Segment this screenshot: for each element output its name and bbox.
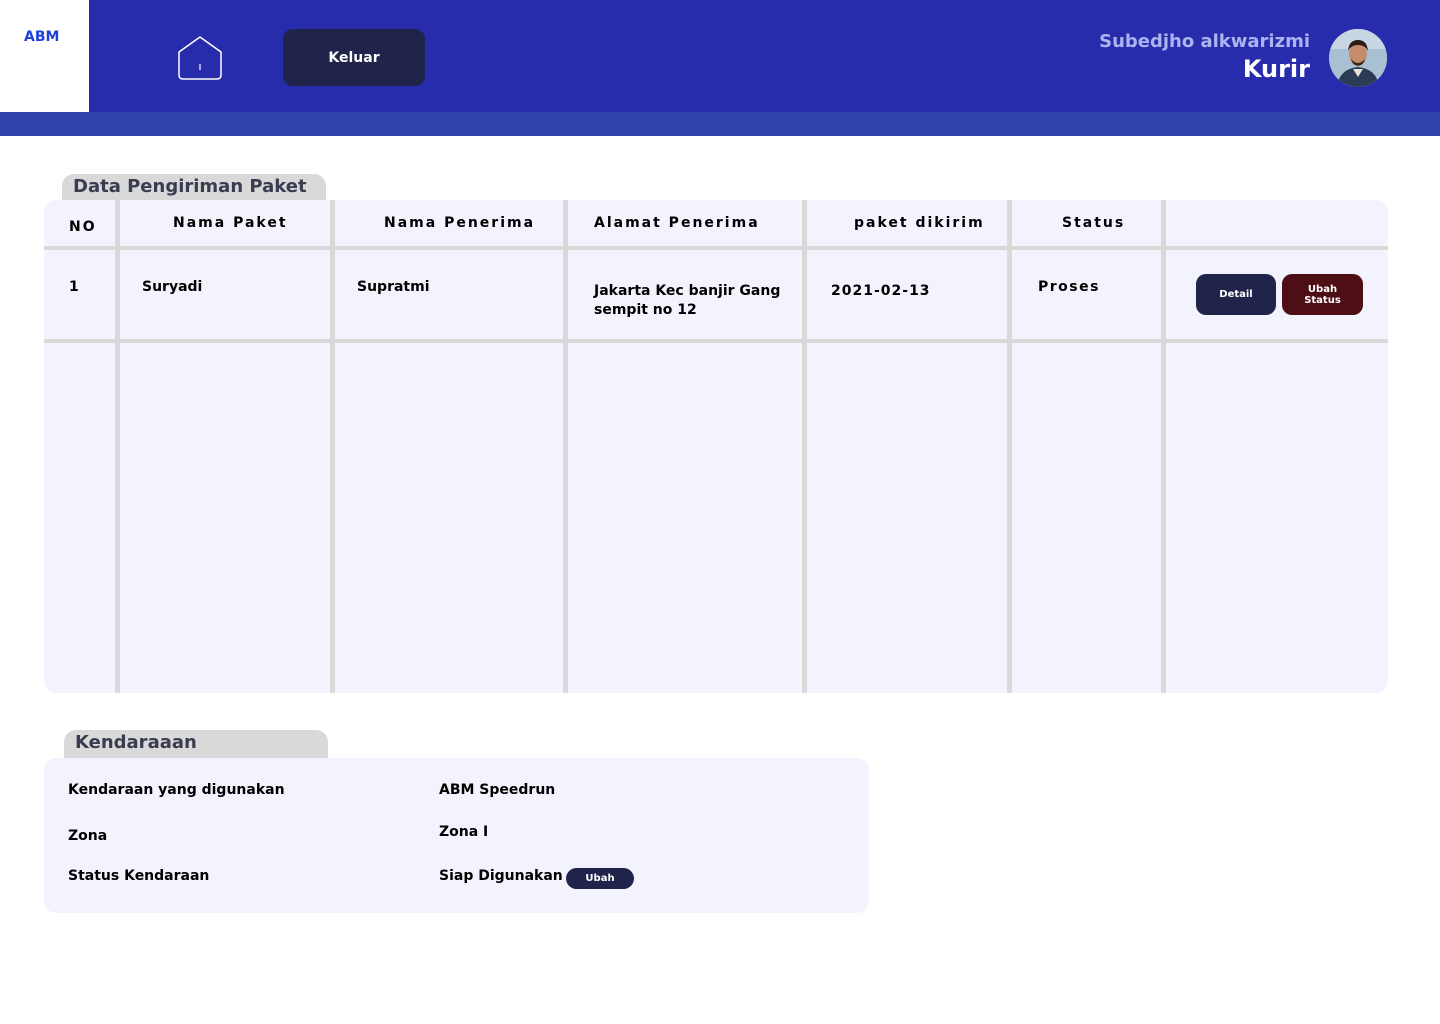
navbar-accent-band bbox=[0, 112, 1440, 136]
column-header-no[interactable]: NO bbox=[69, 219, 97, 235]
logout-button[interactable]: Keluar bbox=[283, 29, 425, 86]
zone-value: Zona I bbox=[439, 824, 489, 840]
cell-no: 1 bbox=[69, 279, 79, 295]
column-divider bbox=[330, 200, 335, 693]
ubah-vehicle-status-button[interactable]: Ubah bbox=[566, 868, 634, 889]
cell-nama-paket: Suryadi bbox=[142, 279, 203, 295]
home-button[interactable] bbox=[176, 34, 224, 82]
shipments-section-title: Data Pengiriman Paket bbox=[62, 174, 326, 200]
vehicle-used-value: ABM Speedrun bbox=[439, 782, 556, 798]
avatar[interactable] bbox=[1329, 29, 1387, 87]
user-name: Subedjho alkwarizmi bbox=[1099, 31, 1310, 52]
column-header-nama-penerima[interactable]: Nama Penerima bbox=[384, 215, 535, 231]
column-header-paket-dikirim[interactable]: paket dikirim bbox=[854, 215, 985, 231]
column-divider bbox=[563, 200, 568, 693]
vehicle-status-value: Siap Digunakan bbox=[439, 868, 563, 884]
vehicle-status-label: Status Kendaraan bbox=[68, 868, 210, 884]
column-header-nama-paket[interactable]: Nama Paket bbox=[173, 215, 288, 231]
cell-status: Proses bbox=[1038, 279, 1100, 295]
vehicle-panel: Kendaraan yang digunakan ABM Speedrun Zo… bbox=[44, 758, 869, 913]
row-divider bbox=[44, 339, 1388, 343]
cell-paket-dikirim: 2021-02-13 bbox=[831, 283, 931, 299]
user-photo-icon bbox=[1329, 29, 1387, 87]
brand-logo: ABM bbox=[24, 29, 60, 45]
vehicle-section-title: Kendaraaan bbox=[64, 730, 328, 758]
vehicle-used-label: Kendaraan yang digunakan bbox=[68, 782, 285, 798]
column-divider bbox=[1161, 200, 1166, 693]
cell-alamat-penerima: Jakarta Kec banjir Gang sempit no 12 bbox=[594, 283, 781, 318]
column-divider bbox=[802, 200, 807, 693]
column-divider bbox=[1007, 200, 1012, 693]
ubah-status-button[interactable]: Ubah Status bbox=[1282, 274, 1363, 315]
column-divider bbox=[115, 200, 120, 693]
cell-nama-penerima: Supratmi bbox=[357, 279, 430, 295]
column-header-status[interactable]: Status bbox=[1062, 215, 1125, 231]
user-role: Kurir bbox=[1242, 55, 1310, 83]
home-icon bbox=[178, 36, 222, 80]
shipments-table: NO Nama Paket Nama Penerima Alamat Pener… bbox=[44, 200, 1388, 693]
row-divider bbox=[44, 246, 1388, 250]
detail-button[interactable]: Detail bbox=[1196, 274, 1276, 315]
column-header-alamat-penerima[interactable]: Alamat Penerima bbox=[594, 215, 760, 231]
logo-box[interactable]: ABM bbox=[0, 0, 89, 112]
zone-label: Zona bbox=[68, 828, 108, 844]
